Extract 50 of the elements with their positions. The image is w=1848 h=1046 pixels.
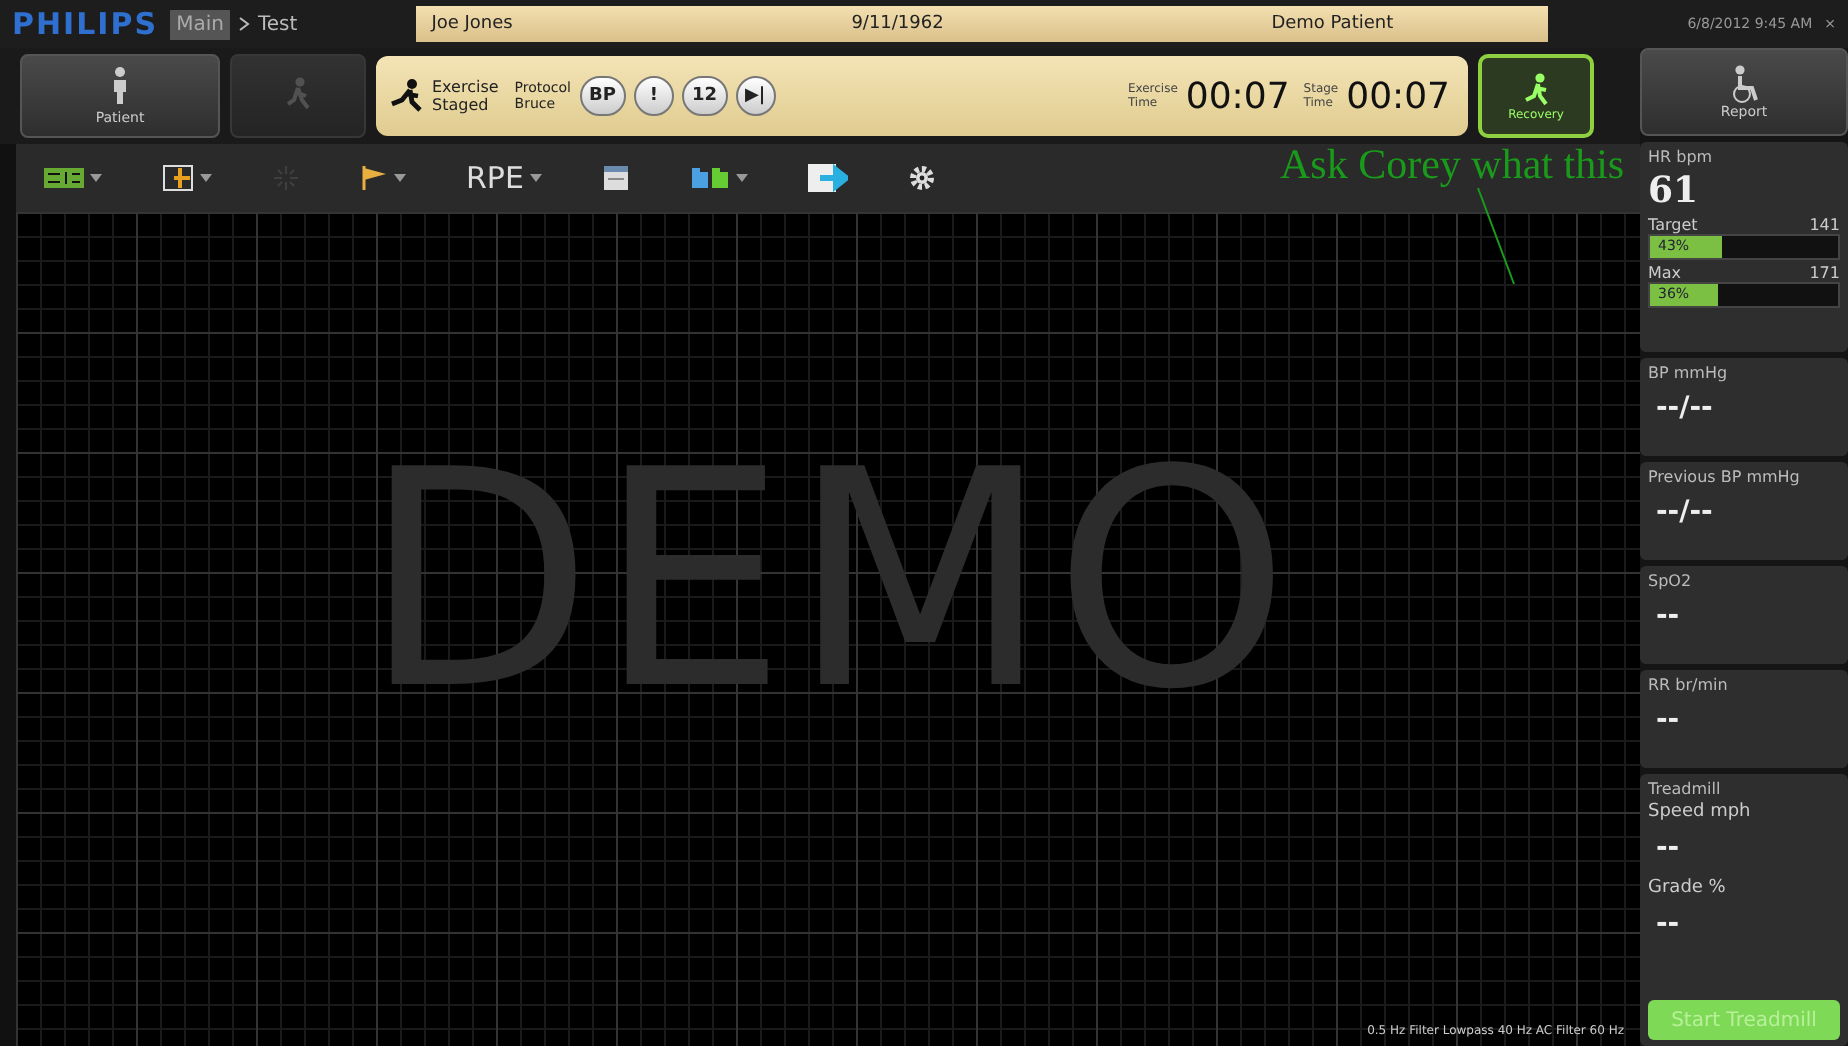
vital-label: RR br/min [1648, 676, 1730, 694]
window-icon [601, 164, 630, 192]
settings-icon [907, 164, 936, 192]
patient-type: Demo Patient [1271, 14, 1396, 34]
vital-value: --/-- [1656, 392, 1715, 424]
caret-icon [200, 174, 212, 182]
vital-value: 61 [1648, 170, 1701, 212]
folders-icon [689, 166, 730, 190]
control-button[interactable]: ▶| [735, 76, 776, 116]
grid-layout-icon [44, 166, 84, 190]
running-person-icon [1522, 71, 1550, 107]
vital-value: --/-- [1656, 496, 1715, 528]
wheelchair-icon [1728, 64, 1760, 104]
gauge-label: Max [1648, 264, 1682, 282]
breadcrumb-link[interactable]: Test [257, 13, 298, 35]
patient-name: Joe Jones [431, 14, 515, 34]
gauge-reading: 171 [1809, 264, 1840, 282]
birth-date: 9/11/1962 [851, 14, 946, 34]
logo: PHILIPS [10, 6, 161, 42]
field-label: Speed mph [1648, 802, 1753, 822]
field-value: -- [1656, 908, 1682, 940]
control-button[interactable]: 12 [681, 76, 728, 116]
exercise-timer: 00:07 [1185, 75, 1290, 117]
vital-value: -- [1656, 704, 1682, 736]
vital-label: HR bpm [1648, 148, 1715, 166]
vital-label: Previous BP mmHg [1648, 468, 1802, 486]
field-label: Grade % [1648, 878, 1728, 898]
export-icon [807, 162, 848, 194]
vital-label: Treadmill [1648, 780, 1723, 798]
control-button[interactable]: BP [579, 76, 626, 116]
exercise-status: Exercise Staged [432, 78, 499, 114]
stage-timer: 00:07 [1346, 75, 1450, 117]
annotation-note: Ask Corey what this [1280, 144, 1625, 186]
lead-icon [162, 164, 194, 192]
rpe-button[interactable]: RPE [458, 152, 550, 204]
vital-label: SpO2 [1648, 572, 1694, 590]
field-value: -- [1656, 832, 1682, 864]
chevron-icon [237, 16, 250, 32]
caret-icon [735, 174, 748, 182]
control-button[interactable]: ! [633, 76, 674, 116]
vital-label: BP mmHg [1648, 364, 1730, 382]
caret-icon [90, 174, 102, 182]
leader-line [1476, 186, 1516, 286]
flag-icon [360, 164, 388, 192]
runner-icon [388, 78, 424, 114]
caret-icon [529, 174, 542, 182]
gauge-reading: 141 [1809, 216, 1840, 234]
caret-icon [394, 174, 406, 182]
vital-value: -- [1656, 600, 1682, 632]
gauge-label: Target [1648, 216, 1698, 234]
